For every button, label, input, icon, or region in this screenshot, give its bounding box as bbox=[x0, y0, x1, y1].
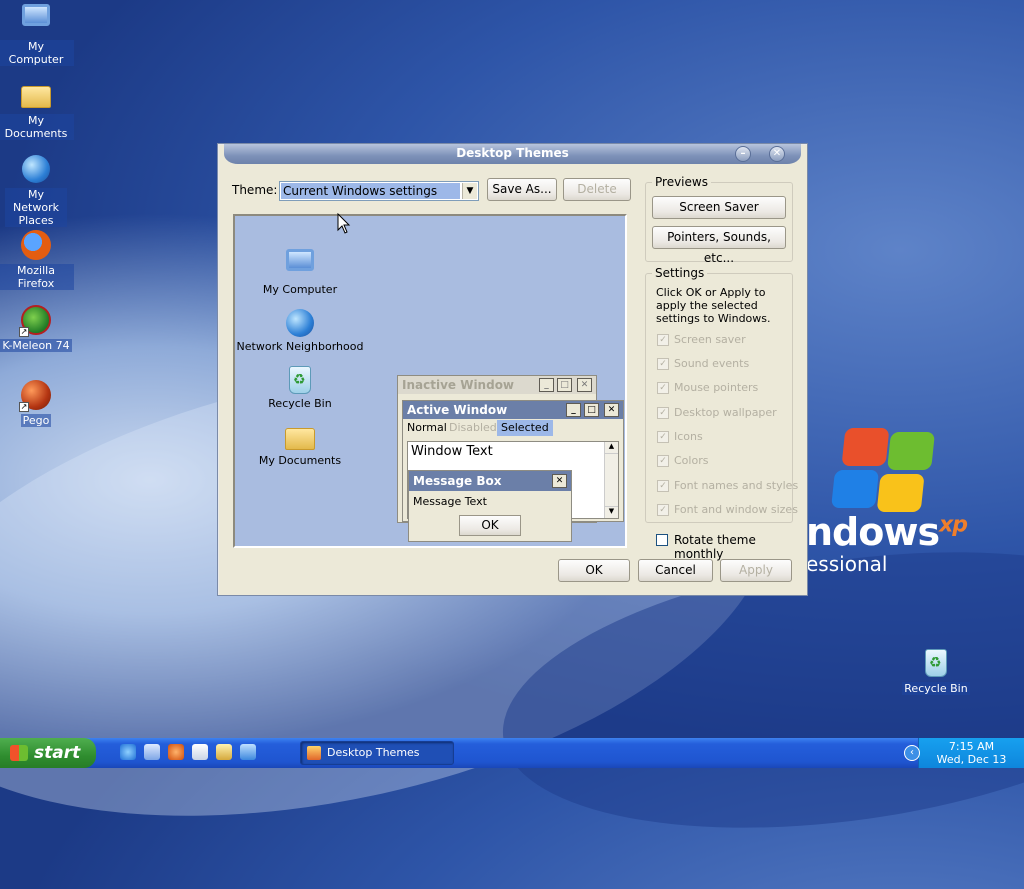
delete-button[interactable]: Delete bbox=[563, 178, 631, 201]
checkbox-mouse-pointers[interactable]: ✓ Mouse pointers bbox=[657, 381, 807, 396]
clock-date: Wed, Dec 13 bbox=[936, 753, 1007, 766]
chevron-left-icon[interactable]: ‹ bbox=[904, 745, 920, 761]
theme-select-value: Current Windows settings bbox=[281, 183, 460, 199]
ie-icon[interactable] bbox=[120, 744, 136, 760]
preview-menu-bar: Normal Disabled Selected bbox=[403, 419, 623, 437]
preview-icon-recycle-bin: Recycle Bin bbox=[235, 363, 365, 410]
menu-normal: Normal bbox=[407, 421, 447, 434]
save-as-button[interactable]: Save As... bbox=[487, 178, 557, 201]
rotate-theme-checkbox[interactable]: Rotate theme monthly bbox=[656, 533, 796, 561]
close-icon: ✕ bbox=[604, 403, 619, 417]
recycle-bin-icon bbox=[919, 646, 953, 680]
computer-icon bbox=[283, 249, 317, 281]
desktop-themes-icon bbox=[307, 746, 321, 760]
checkbox-font-sizes[interactable]: ✓ Font and window sizes bbox=[657, 503, 807, 518]
menu-disabled: Disabled bbox=[449, 421, 497, 434]
close-button[interactable]: ✕ bbox=[769, 146, 785, 162]
inactive-window-title: Inactive Window _ □ ✕ bbox=[398, 376, 596, 394]
network-icon bbox=[283, 306, 317, 338]
windows-logo-icon bbox=[831, 428, 936, 513]
message-box-title: Message Box ✕ bbox=[409, 471, 571, 491]
chevron-down-icon[interactable]: ▼ bbox=[462, 183, 477, 199]
search-icon[interactable] bbox=[216, 744, 232, 760]
network-icon bbox=[19, 152, 53, 186]
show-desktop-icon[interactable] bbox=[144, 744, 160, 760]
preview-icon-my-documents: My Documents bbox=[235, 420, 365, 467]
theme-label: Theme: bbox=[232, 183, 278, 197]
desktop-icon-my-documents[interactable]: My Documents bbox=[0, 78, 74, 140]
rotate-theme-label: Rotate theme monthly bbox=[674, 533, 756, 561]
window-text: Window Text bbox=[411, 444, 493, 459]
desktop-icon-label: Pego bbox=[20, 414, 52, 427]
window-title: Desktop Themes bbox=[456, 146, 569, 160]
desktop-icon-label: My Computer bbox=[0, 40, 74, 66]
message-box-ok-button: OK bbox=[459, 515, 521, 536]
theme-preview: My Computer Network Neighborhood Recycle… bbox=[233, 214, 627, 548]
checkbox-desktop-wallpaper[interactable]: ✓ Desktop wallpaper bbox=[657, 406, 807, 421]
checkbox-font-names[interactable]: ✓ Font names and styles bbox=[657, 479, 807, 494]
desktop-icon-label: Recycle Bin bbox=[902, 682, 970, 695]
firefox-icon bbox=[19, 228, 53, 262]
checkbox-box[interactable] bbox=[656, 534, 668, 546]
computer-icon bbox=[19, 4, 53, 38]
wallpaper-logo-subtext: essional bbox=[806, 552, 888, 576]
message-text: Message Text bbox=[413, 495, 487, 508]
desktop-icon-label: Mozilla Firefox bbox=[0, 264, 74, 290]
desktop-themes-window: Desktop Themes – ✕ Theme: Current Window… bbox=[217, 143, 808, 596]
clock-time[interactable]: 7:15 AM bbox=[919, 740, 1024, 753]
wallpaper-logo-text: ndowsxp bbox=[806, 510, 968, 554]
taskbar-item-desktop-themes[interactable]: Desktop Themes bbox=[300, 741, 454, 765]
checkbox-colors[interactable]: ✓ Colors bbox=[657, 454, 807, 469]
maximize-icon: □ bbox=[584, 403, 599, 417]
messenger-icon[interactable] bbox=[240, 744, 256, 760]
pointers-sounds-button[interactable]: Pointers, Sounds, etc... bbox=[652, 226, 786, 265]
recycle-bin-icon bbox=[283, 363, 317, 395]
firefox-icon[interactable] bbox=[168, 744, 184, 760]
mouse-cursor-icon bbox=[337, 213, 351, 234]
preview-icon-my-computer: My Computer bbox=[235, 249, 365, 296]
system-tray: ‹ 7:15 AM Wed, Dec 13 bbox=[904, 738, 1024, 768]
folder-icon bbox=[283, 420, 317, 452]
checkbox-icons[interactable]: ✓ Icons bbox=[657, 430, 807, 445]
desktop-icon-label: K-Meleon 74 bbox=[0, 339, 72, 352]
preview-icon-network-neighborhood: Network Neighborhood bbox=[235, 306, 365, 353]
checkbox-sound-events[interactable]: ✓ Sound events bbox=[657, 357, 807, 372]
pego-icon: ↗ bbox=[19, 378, 53, 412]
desktop-icon-label: My Network Places bbox=[5, 188, 67, 227]
window-titlebar[interactable]: Desktop Themes – ✕ bbox=[224, 144, 801, 164]
preview-scrollbar: ▲ ▼ bbox=[604, 442, 618, 518]
desktop-icon-k-meleon[interactable]: ↗ K-Meleon 74 bbox=[0, 303, 74, 352]
desktop-icon-recycle-bin[interactable]: Recycle Bin bbox=[898, 646, 974, 695]
start-button[interactable]: start bbox=[0, 738, 96, 768]
close-icon: ✕ bbox=[577, 378, 592, 392]
notepad-icon[interactable] bbox=[192, 744, 208, 760]
theme-select[interactable]: Current Windows settings ▼ bbox=[279, 181, 479, 201]
folder-icon bbox=[19, 78, 53, 112]
maximize-icon: □ bbox=[557, 378, 572, 392]
desktop-icon-mozilla-firefox[interactable]: Mozilla Firefox bbox=[0, 228, 74, 290]
desktop-icon-my-network-places[interactable]: My Network Places bbox=[0, 152, 74, 227]
message-box-preview: Message Box ✕ Message Text OK bbox=[408, 470, 572, 542]
checkbox-screen-saver[interactable]: ✓ Screen saver bbox=[657, 333, 807, 348]
screen-saver-button[interactable]: Screen Saver bbox=[652, 196, 786, 219]
taskbar: start Desktop Themes ‹ 7:15 AM Wed, Dec … bbox=[0, 738, 1024, 768]
k-meleon-icon: ↗ bbox=[19, 303, 53, 337]
ok-button[interactable]: OK bbox=[558, 559, 630, 582]
close-icon: ✕ bbox=[552, 474, 567, 488]
desktop-icon-label: My Documents bbox=[0, 114, 74, 140]
cancel-button[interactable]: Cancel bbox=[638, 559, 713, 582]
desktop-icon-my-computer[interactable]: My Computer bbox=[0, 4, 74, 66]
settings-description: Click OK or Apply to apply the selected … bbox=[656, 286, 771, 325]
minimize-button[interactable]: – bbox=[735, 146, 751, 162]
menu-selected: Selected bbox=[497, 420, 553, 436]
windows-flag-icon bbox=[10, 745, 28, 761]
minimize-icon: _ bbox=[539, 378, 554, 392]
minimize-icon: _ bbox=[566, 403, 581, 417]
desktop-icon-pego[interactable]: ↗ Pego bbox=[0, 378, 74, 427]
apply-button[interactable]: Apply bbox=[720, 559, 792, 582]
settings-group: Settings Click OK or Apply to apply the … bbox=[645, 266, 798, 523]
active-window-title: Active Window _ □ ✕ bbox=[403, 401, 623, 419]
